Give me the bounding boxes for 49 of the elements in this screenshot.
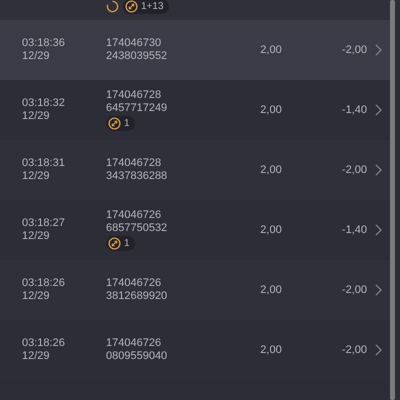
stake-amount: 2,00	[260, 104, 282, 116]
ticket-number: 6857750532	[106, 222, 168, 235]
bet-id: 174046726	[106, 209, 162, 222]
bet-row[interactable]: 03:18:31 12/29 174046728 3437836288 2,00 -2,00	[0, 140, 390, 200]
bet-id: 174046726	[106, 277, 162, 290]
stake-amount: 2,00	[260, 44, 282, 56]
badge-count: 1+13	[141, 0, 164, 13]
stake-amount: 2,00	[260, 284, 282, 296]
bet-id: 174046728	[106, 157, 162, 170]
chevron-right-icon[interactable]	[375, 164, 382, 176]
chevron-right-icon[interactable]	[375, 104, 382, 116]
bet-row[interactable]: 03:18:36 12/29 174046730 2438039552 2,00 -2,00	[0, 20, 390, 80]
ticket-number: 3437836288	[106, 170, 168, 183]
ticket-number: 6457717249	[106, 102, 168, 115]
bet-time: 03:18:36	[22, 37, 66, 50]
badge-count: 1	[124, 237, 130, 250]
scrollbar[interactable]	[390, 0, 395, 400]
bet-time: 03:18:26	[22, 337, 66, 350]
result-amount: -2,00	[342, 44, 367, 56]
result-amount: -2,00	[342, 164, 367, 176]
badge-count: 1	[124, 117, 130, 130]
bet-time: 03:18:31	[22, 157, 66, 170]
bet-date: 12/29	[22, 350, 51, 363]
bet-id: 174046728	[106, 89, 162, 102]
bet-id: 174046726	[106, 337, 162, 350]
bet-row[interactable]: 03:18:26 12/29 174046726 3812689920 2,00 -2,00	[0, 260, 390, 320]
bet-date: 12/29	[22, 230, 51, 243]
result-amount: -1,40	[342, 104, 367, 116]
result-amount: -2,00	[342, 344, 367, 356]
stake-amount: 2,00	[260, 344, 282, 356]
ticket-number: 3812689920	[106, 290, 168, 303]
chevron-right-icon[interactable]	[375, 284, 382, 296]
stake-amount: 2,00	[260, 224, 282, 236]
stake-amount: 2,00	[260, 164, 282, 176]
bet-time: 03:18:32	[22, 97, 66, 110]
bet-time: 03:18:27	[22, 217, 66, 230]
chevron-right-icon[interactable]	[375, 224, 382, 236]
result-amount: -2,00	[342, 284, 367, 296]
ticket-number: 2438039552	[106, 50, 168, 63]
bet-date: 12/29	[22, 290, 51, 303]
bet-date: 12/29	[22, 110, 51, 123]
bet-time: 03:18:26	[22, 277, 66, 290]
bet-date: 12/29	[22, 50, 51, 63]
bet-id: 174046730	[106, 37, 162, 50]
bet-date: 12/29	[22, 170, 51, 183]
result-amount: -1,40	[342, 224, 367, 236]
chevron-right-icon[interactable]	[375, 344, 382, 356]
ticket-number: 0809559040	[106, 350, 168, 363]
chevron-right-icon[interactable]	[375, 44, 382, 56]
